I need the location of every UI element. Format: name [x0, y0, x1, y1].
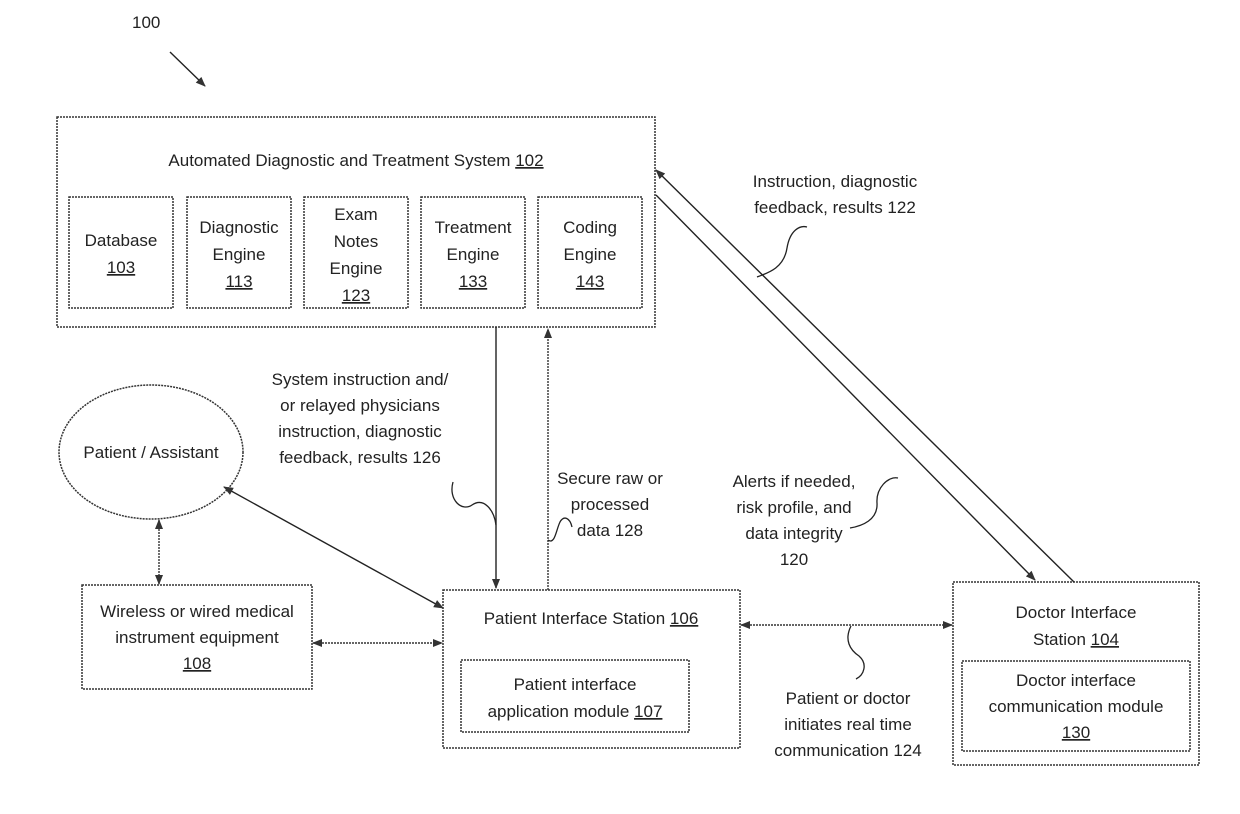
flow-126-label: System instruction and/or relayed physic… — [272, 370, 449, 467]
patient-assistant-label: Patient / Assistant — [83, 443, 218, 462]
instrument-box[interactable]: Wireless or wired medical instrument equi… — [81, 584, 313, 690]
figure-ref-arrow — [169, 51, 206, 87]
flow-122-label: Instruction, diagnostic feedback, results… — [753, 172, 918, 217]
module-box-113[interactable]: Diagnostic Engine 113 — [186, 196, 292, 309]
patient-station-title: Patient Interface Station 106 — [484, 609, 699, 628]
flow-128-label: Secure raw or processed data 128 — [557, 469, 663, 540]
module-box-133[interactable]: Treatment Engine 133 — [420, 196, 526, 309]
flow-120-label: Alerts if needed, risk profile, and data i… — [733, 472, 856, 569]
flow-122-arrow — [655, 169, 1075, 583]
system-title: Automated Diagnostic and Treatment Syste… — [168, 151, 543, 170]
module-box-103[interactable]: Database 103 — [68, 196, 174, 309]
flow-120-leader — [849, 477, 899, 529]
flow-124-leader — [847, 625, 865, 680]
flow-124-label: Patient or doctor initiates real time comm… — [774, 689, 921, 760]
flow-128-leader — [547, 517, 573, 542]
patient-assistant-node[interactable]: Patient / Assistant — [58, 384, 244, 520]
flow-122-leader — [756, 225, 808, 278]
system-diagram: 100 Automated Diagnostic and Treatment S… — [56, 13, 1200, 766]
flow-126-leader — [451, 481, 497, 526]
module-box-143[interactable]: Coding Engine 143 — [537, 196, 643, 309]
doctor-module-box[interactable]: Doctor interface communication module 130 — [961, 660, 1191, 752]
figure-ref-label: 100 — [132, 13, 160, 32]
module-box-123[interactable]: Exam Notes Engine 123 — [303, 196, 409, 309]
flow-120-arrow — [655, 194, 1036, 581]
patient-module-box[interactable]: Patient interface application module 107 — [460, 659, 690, 733]
